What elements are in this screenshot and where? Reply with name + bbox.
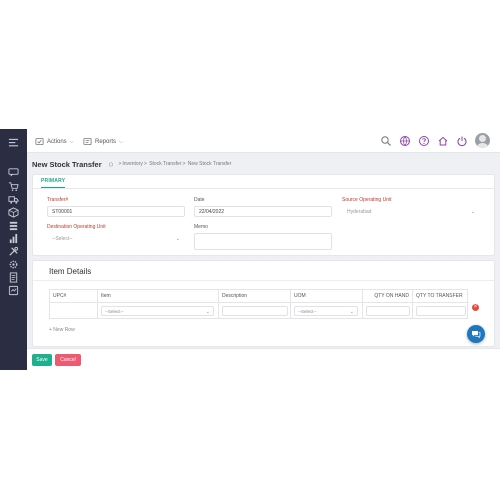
table-cell — [413, 303, 469, 319]
cancel-button[interactable]: Cancel — [55, 354, 81, 366]
app-frame: Actions ⌵ Reports ⌵ New Stock Transfer >… — [0, 129, 500, 370]
tools-icon[interactable] — [8, 246, 19, 257]
chevron-down-icon: ⌄ — [175, 236, 180, 242]
box-icon[interactable] — [8, 207, 19, 218]
search-icon[interactable] — [380, 135, 392, 147]
save-button[interactable]: Save — [32, 354, 52, 366]
settings-icon[interactable] — [8, 259, 19, 270]
date-label: Date — [194, 197, 205, 203]
section-divider — [33, 280, 494, 281]
globe-icon[interactable] — [399, 135, 411, 147]
transfer-number-field[interactable]: ST00001 — [47, 206, 185, 217]
transfer-label: Transfer# — [47, 197, 69, 203]
qty-on-hand-field — [366, 306, 410, 316]
description-field[interactable] — [222, 306, 288, 316]
help-icon[interactable] — [418, 135, 430, 147]
table-cell — [50, 303, 98, 319]
power-icon[interactable] — [456, 135, 468, 147]
breadcrumb-item: New Stock Transfer — [187, 161, 232, 167]
item-details-card: Item Details UPC# Item Description UOM Q… — [32, 260, 495, 347]
memo-label: Memo — [194, 224, 208, 230]
primary-card: PRIMARY Transfer# ST00001 Date 22/04/202… — [32, 174, 495, 256]
item-select[interactable]: --Select-- ⌄ — [101, 306, 214, 316]
source-label: Source Operating Unit — [342, 197, 392, 203]
reports-icon — [83, 137, 92, 146]
column-header: UPC# — [50, 290, 98, 303]
chat-icon — [472, 331, 481, 339]
chevron-down-icon: ⌄ — [349, 309, 354, 315]
actions-icon — [35, 137, 44, 146]
truck-icon[interactable] — [8, 194, 19, 205]
layers-icon[interactable] — [8, 220, 19, 231]
footer-bar: Save Cancel — [27, 348, 500, 370]
date-field[interactable]: 22/04/2022 — [194, 206, 332, 217]
uom-select[interactable]: --Select-- ⌄ — [294, 306, 358, 316]
new-row-button[interactable]: + New Row — [49, 327, 75, 333]
table-cell: --Select-- ⌄ — [98, 303, 219, 319]
actions-label: Actions — [47, 138, 67, 145]
document-icon[interactable] — [8, 272, 19, 283]
chevron-down-icon: ⌄ — [205, 309, 210, 315]
memo-field[interactable] — [194, 233, 332, 250]
breadcrumb-item[interactable]: Stock Transfer — [149, 161, 181, 167]
delete-row-icon[interactable]: × — [472, 304, 479, 311]
qty-to-transfer-field[interactable] — [416, 306, 466, 316]
column-header: QTY ON HAND — [363, 290, 413, 303]
avatar[interactable] — [475, 133, 490, 148]
reports-label: Reports — [95, 138, 117, 145]
column-header: QTY TO TRANSFER — [413, 290, 469, 303]
menu-icon[interactable] — [8, 137, 19, 148]
destination-label: Destination Operating Unit — [47, 224, 106, 230]
destination-select[interactable]: --Select-- ⌄ — [47, 233, 185, 244]
tab-divider — [33, 188, 494, 189]
table-cell — [363, 303, 413, 319]
source-value: Hyderabad — [347, 209, 372, 215]
chevron-down-icon: ⌵ — [119, 138, 123, 145]
chat-bubble-icon[interactable] — [8, 167, 19, 178]
actions-menu[interactable]: Actions ⌵ — [35, 136, 73, 147]
cart-icon[interactable] — [8, 181, 19, 192]
chevron-down-icon: ⌄ — [470, 209, 475, 215]
item-select-value: --Select-- — [105, 309, 124, 314]
uom-select-value: --Select-- — [298, 309, 317, 314]
top-bar: Actions ⌵ Reports ⌵ — [27, 129, 500, 153]
source-select[interactable]: Hyderabad ⌄ — [342, 206, 480, 217]
table-cell — [219, 303, 291, 319]
item-details-title: Item Details — [49, 267, 92, 276]
column-header: UOM — [291, 290, 363, 303]
tab-primary[interactable]: PRIMARY — [41, 178, 66, 188]
chevron-down-icon: ⌵ — [69, 138, 74, 145]
breadcrumb-item[interactable]: Inventory — [122, 161, 143, 167]
table-cell: --Select-- ⌄ — [291, 303, 363, 319]
page-title: New Stock Transfer — [32, 160, 102, 169]
report-icon[interactable] — [8, 285, 19, 296]
breadcrumb: > Inventory > Stock Transfer > New Stock… — [108, 161, 231, 167]
column-header: Item — [98, 290, 219, 303]
items-table: UPC# Item Description UOM QTY ON HAND QT… — [49, 289, 469, 319]
reports-menu[interactable]: Reports ⌵ — [83, 136, 123, 147]
column-header: Description — [219, 290, 291, 303]
chart-icon[interactable] — [8, 233, 19, 244]
home-icon[interactable] — [108, 161, 114, 167]
sidebar — [0, 129, 27, 370]
chat-button[interactable] — [467, 325, 485, 343]
home-icon[interactable] — [437, 135, 449, 147]
destination-value: --Select-- — [52, 236, 73, 242]
